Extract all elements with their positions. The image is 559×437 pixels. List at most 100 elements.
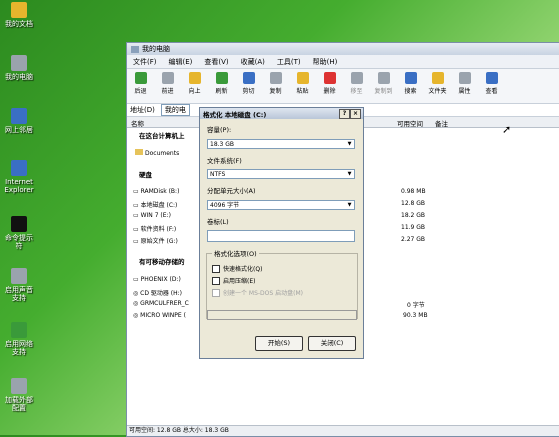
drive-row-c[interactable]: ▭ 本地磁盘 (C:) xyxy=(133,200,177,209)
drive-row-winpe[interactable]: ◎ MICRO WINPE ( xyxy=(133,312,186,319)
desktop-icon-cmd[interactable]: 命令提示符 xyxy=(2,216,36,250)
cd-drive-icon: ◎ xyxy=(133,290,139,297)
close-dialog-button[interactable]: 关闭(C) xyxy=(308,336,356,351)
menu-edit[interactable]: 编辑(E) xyxy=(163,57,199,67)
checkbox-icon xyxy=(212,264,220,273)
dialog-titlebar[interactable]: 格式化 本地磁盘 (C:) ? × xyxy=(200,108,363,119)
search-button[interactable]: 搜索 xyxy=(397,69,424,95)
properties-button[interactable]: 属性 xyxy=(451,69,478,95)
desktop-icon-label: 网上邻居 xyxy=(5,126,33,134)
drive-icon: ▭ xyxy=(133,276,139,283)
quick-format-checkbox[interactable]: 快速格式化(Q) xyxy=(212,264,262,273)
refresh-icon xyxy=(215,72,228,84)
column-free-space[interactable]: 可用空间 xyxy=(397,118,423,128)
chevron-down-icon: ▼ xyxy=(347,171,352,177)
move-to-label: 移至 xyxy=(350,88,363,95)
paste-button[interactable]: 粘贴 xyxy=(289,69,316,95)
capacity-label: 容量(P): xyxy=(207,126,232,134)
toolbar: 后退 前进 向上 刷新 剪切 复制 粘贴 删除 移至 复制到 搜索 文件夹 属性… xyxy=(127,69,559,104)
allocation-unit-select[interactable]: 4096 字节 ▼ xyxy=(207,200,355,210)
delete-label: 删除 xyxy=(323,88,336,95)
volume-label-input[interactable] xyxy=(207,230,355,242)
address-label: 地址(D) xyxy=(130,106,155,114)
drive-row-grmc[interactable]: ◎ GRMCULFRER_C xyxy=(133,300,189,307)
drive-row-e[interactable]: ▭ WIN 7 (E:) xyxy=(133,212,171,219)
view-icon xyxy=(485,72,498,84)
delete-button[interactable]: 删除 xyxy=(316,69,343,95)
desktop-icon-config[interactable]: 加载外部配置 xyxy=(2,378,36,412)
desktop-icon-my-computer[interactable]: 我的电脑 xyxy=(2,55,36,81)
msdos-boot-checkbox[interactable]: 创建一个 MS-DOS 启动盘(M) xyxy=(212,288,303,297)
group-hard-disks: 硬盘 xyxy=(139,171,152,179)
start-button[interactable]: 开始(S) xyxy=(255,336,303,351)
back-label: 后退 xyxy=(134,88,147,95)
folder-up-icon xyxy=(188,72,201,84)
drive-row-d[interactable]: ▭ PHOENIX (D:) xyxy=(133,276,181,283)
compression-checkbox[interactable]: 启用压缩(E) xyxy=(212,276,255,285)
drive-row-g[interactable]: ▭ 原始文件 (G:) xyxy=(133,236,178,245)
list-item[interactable]: Documents xyxy=(135,149,179,157)
cut-label: 剪切 xyxy=(242,88,255,95)
up-button[interactable]: 向上 xyxy=(181,69,208,95)
desktop-icon-network[interactable]: 网上邻居 xyxy=(2,108,36,134)
menu-tools[interactable]: 工具(T) xyxy=(271,57,307,67)
refresh-button[interactable]: 刷新 xyxy=(208,69,235,95)
desktop-icon-label: 我的电脑 xyxy=(5,73,33,81)
copy-to-icon xyxy=(377,72,390,84)
drive-icon: ▭ xyxy=(133,188,139,195)
column-name[interactable]: 名称 xyxy=(131,118,144,128)
drive-row-f[interactable]: ▭ 软件资料 (F:) xyxy=(133,224,176,233)
back-arrow-icon xyxy=(134,72,147,84)
copy-button[interactable]: 复制 xyxy=(262,69,289,95)
back-button[interactable]: 后退 xyxy=(127,69,154,95)
drive-name: 原始文件 (G:) xyxy=(140,238,178,245)
menu-favorites[interactable]: 收藏(A) xyxy=(235,57,271,67)
list-item-label: Documents xyxy=(145,150,180,157)
desktop-icon-label: 命令提示符 xyxy=(5,234,33,250)
menu-view[interactable]: 查看(V) xyxy=(198,57,234,67)
folders-label: 文件夹 xyxy=(428,88,447,95)
folders-button[interactable]: 文件夹 xyxy=(424,69,451,95)
copy-to-button[interactable]: 复制到 xyxy=(370,69,397,95)
status-bar: 可用空间: 12.8 GB 总大小: 18.3 GB xyxy=(127,425,559,436)
mouse-cursor-icon: ➚ xyxy=(502,123,512,136)
move-to-icon xyxy=(350,72,363,84)
desktop-icon-label: 启用声音支持 xyxy=(5,286,33,302)
properties-icon xyxy=(458,72,471,84)
drive-name: 本地磁盘 (C:) xyxy=(140,202,178,209)
desktop-icon-sound[interactable]: 启用声音支持 xyxy=(2,268,36,302)
free-space-value: 11.9 GB xyxy=(401,224,426,231)
drive-icon: ▭ xyxy=(133,238,139,245)
cd-drive-icon: ◎ xyxy=(133,300,139,307)
checkbox-icon xyxy=(212,276,220,285)
scissors-icon xyxy=(242,72,255,84)
desktop-icon-network-support[interactable]: 启用网络支持 xyxy=(2,322,36,356)
drive-icon: ▭ xyxy=(133,212,139,219)
window-titlebar[interactable]: 我的电脑 xyxy=(127,43,559,55)
drive-name: MICRO WINPE ( xyxy=(140,312,186,319)
menu-file[interactable]: 文件(F) xyxy=(127,57,163,67)
group-removable: 有可移动存储的 xyxy=(139,258,185,266)
drive-row-b[interactable]: ▭ RAMDisk (B:) xyxy=(133,188,179,195)
desktop-icon-my-documents[interactable]: 我的文档 xyxy=(2,2,36,28)
menu-help[interactable]: 帮助(H) xyxy=(307,57,344,67)
copy-to-label: 复制到 xyxy=(374,88,393,95)
file-system-select[interactable]: NTFS ▼ xyxy=(207,169,355,179)
desktop-icon-ie[interactable]: Internet Explorer xyxy=(2,160,36,194)
drive-name: PHOENIX (D:) xyxy=(140,276,181,283)
address-input[interactable]: 我的电 xyxy=(160,104,190,116)
drive-name: 软件资料 (F:) xyxy=(140,226,177,233)
capacity-value: 18.3 GB xyxy=(210,141,235,148)
cut-button[interactable]: 剪切 xyxy=(235,69,262,95)
close-button[interactable]: × xyxy=(350,109,361,119)
free-space-value: 18.2 GB xyxy=(401,212,426,219)
forward-button[interactable]: 前进 xyxy=(154,69,181,95)
free-space-value: 2.27 GB xyxy=(401,236,426,243)
help-button[interactable]: ? xyxy=(339,109,350,119)
folder-icon xyxy=(11,2,27,18)
column-notes[interactable]: 备注 xyxy=(435,118,448,128)
move-to-button[interactable]: 移至 xyxy=(343,69,370,95)
view-button[interactable]: 查看 xyxy=(478,69,505,95)
capacity-select[interactable]: 18.3 GB ▼ xyxy=(207,139,355,149)
drive-row-h[interactable]: ◎ CD 驱动器 (H:) xyxy=(133,288,182,297)
